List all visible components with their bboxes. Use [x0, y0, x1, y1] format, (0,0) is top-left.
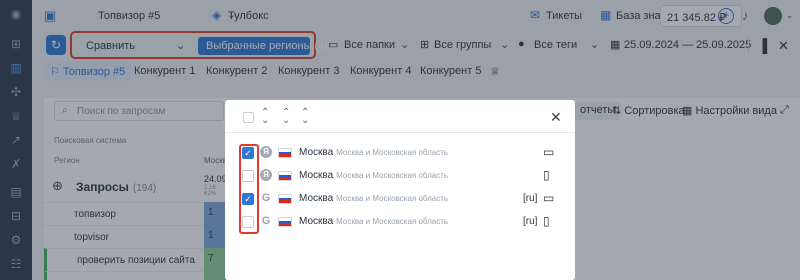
google-icon: G: [261, 192, 271, 204]
russia-flag-icon: [278, 171, 292, 181]
divider: [225, 132, 575, 133]
region-row[interactable]: Я Москва Москва и Московская область ▯: [225, 165, 575, 188]
region-row[interactable]: ✓ Я Москва Москва и Московская область ▭: [225, 142, 575, 165]
russia-flag-icon: [278, 148, 292, 158]
sort-region-icon[interactable]: ⌃ ⌄: [282, 108, 290, 126]
close-icon[interactable]: ✕: [550, 109, 562, 126]
mobile-icon: ▯: [543, 168, 550, 182]
yandex-icon: Я: [260, 169, 272, 181]
desktop-icon: ▭: [543, 191, 555, 205]
yandex-icon: Я: [260, 146, 272, 158]
lang-tag: [ru]: [523, 193, 538, 204]
regions-modal: ⌃ ⌄ ⌃ ⌄ ⌃ ⌄ ✕ ✓ Я Москва Москва и Московская…: [225, 100, 575, 280]
russia-flag-icon: [278, 217, 292, 227]
sort-engine-icon[interactable]: ⌃ ⌄: [261, 108, 269, 126]
region-row[interactable]: G Москва Москва и Московская область [ru]…: [225, 211, 575, 234]
lang-tag: [ru]: [523, 216, 538, 227]
select-all-checkbox[interactable]: [243, 112, 254, 123]
google-icon: G: [261, 215, 271, 227]
sort-device-icon[interactable]: ⌃ ⌄: [301, 108, 309, 126]
mobile-icon: ▯: [543, 214, 550, 228]
region-row[interactable]: ✓ G Москва Москва и Московская область [r…: [225, 188, 575, 211]
desktop-icon: ▭: [543, 145, 555, 159]
russia-flag-icon: [278, 194, 292, 204]
checkbox-highlight: [239, 144, 259, 234]
